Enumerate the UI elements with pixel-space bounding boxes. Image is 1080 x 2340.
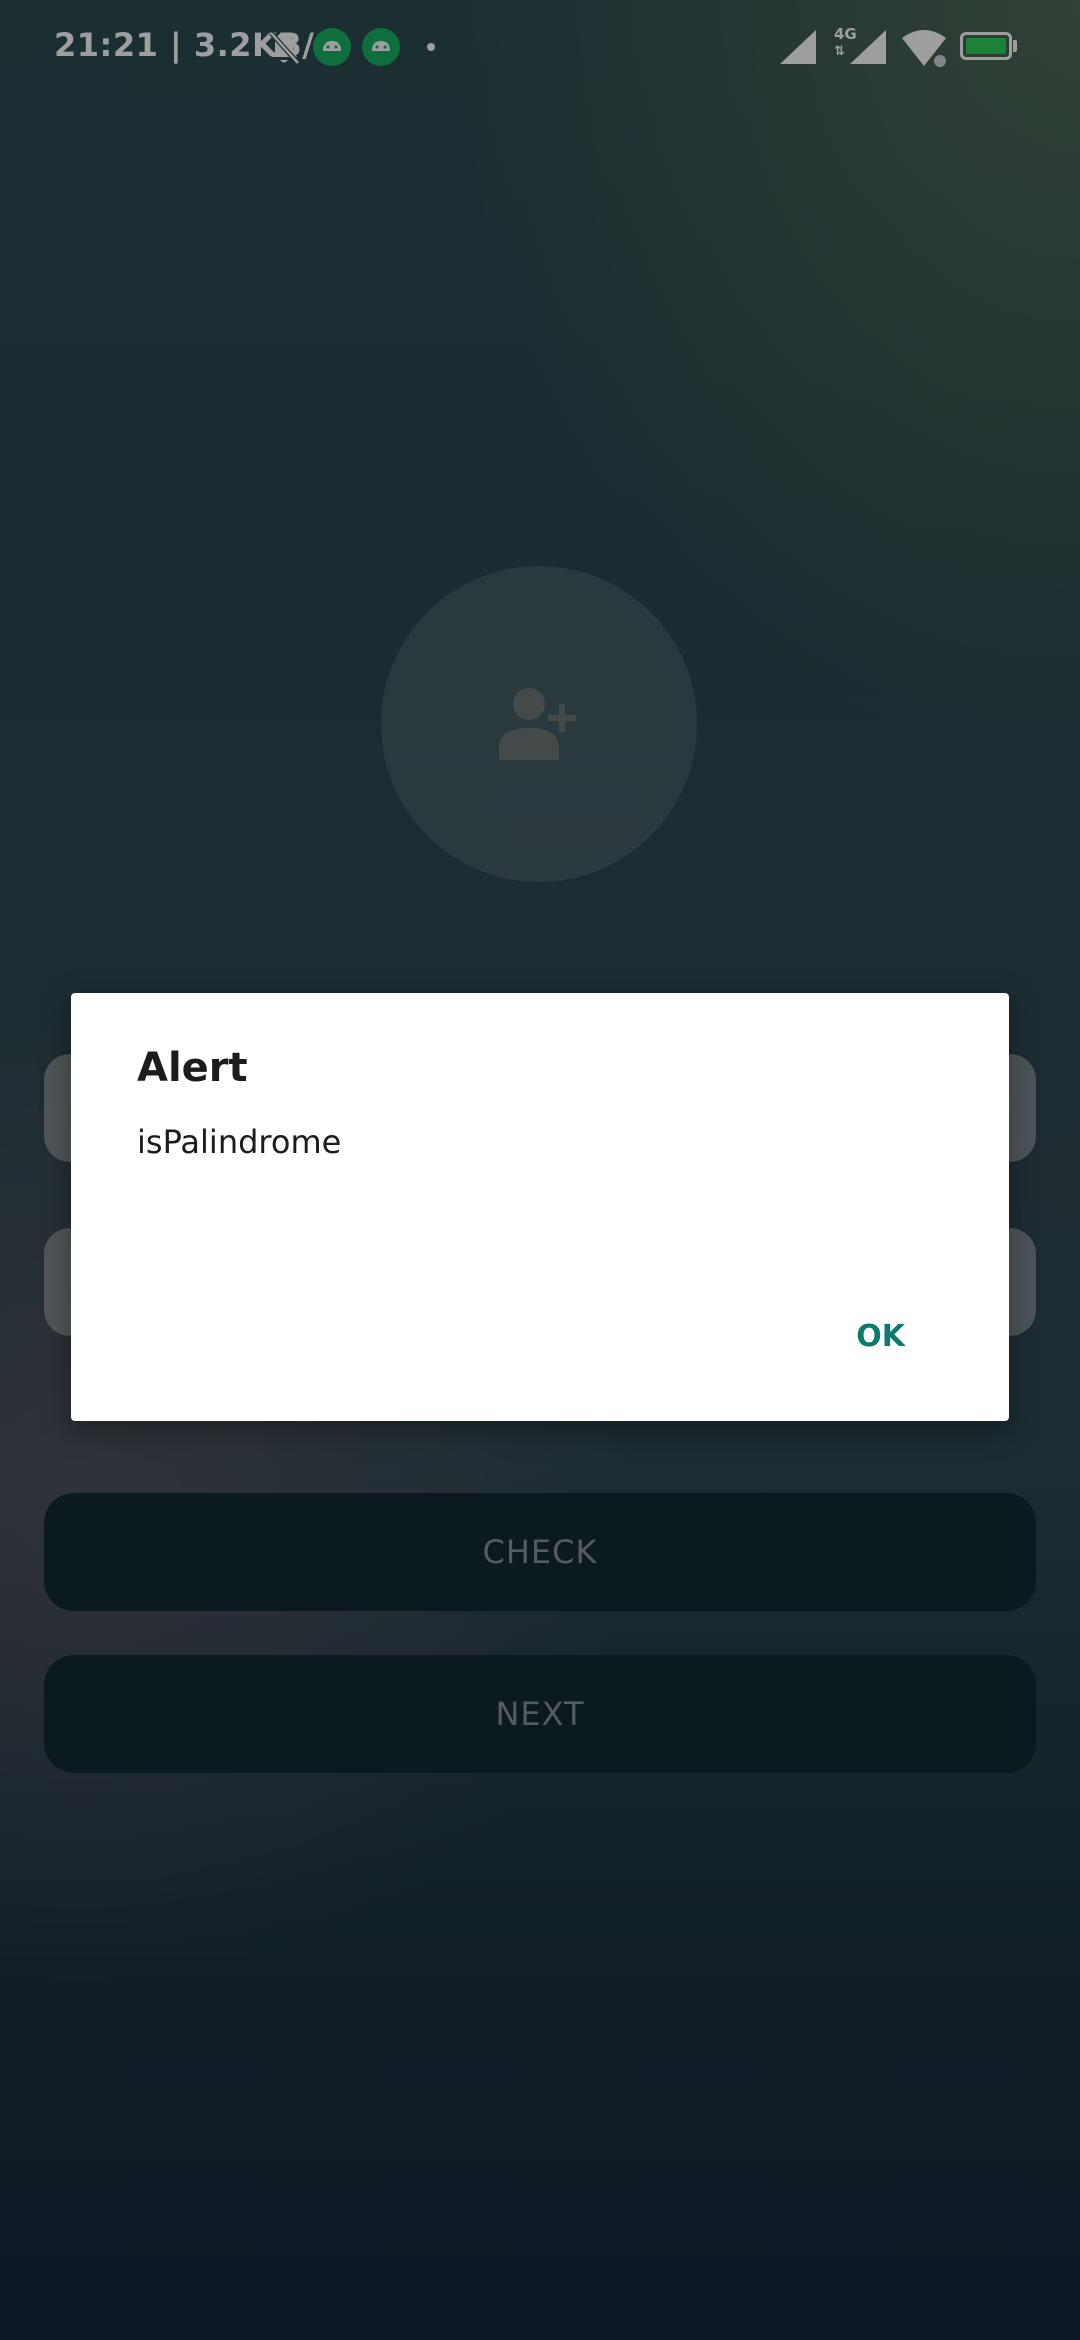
dialog-message: isPalindrome [137,1123,342,1161]
dialog-title: Alert [137,1045,248,1091]
alert-dialog: Alert isPalindrome OK [71,993,1009,1421]
ok-button[interactable]: OK [848,1313,913,1360]
